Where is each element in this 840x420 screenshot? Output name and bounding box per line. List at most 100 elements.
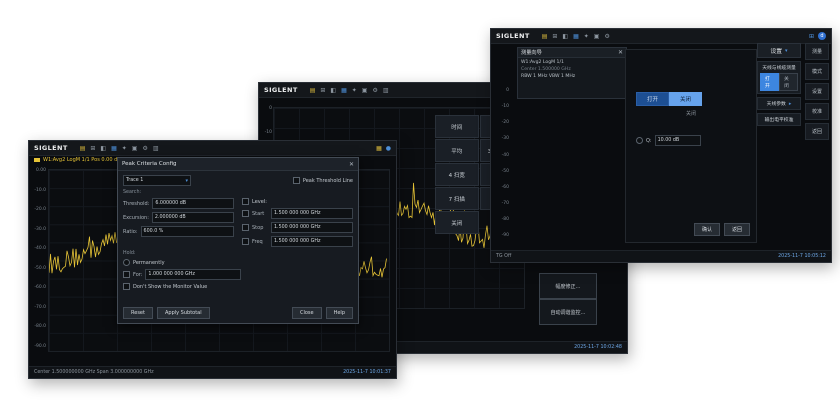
trace-select[interactable]: Trace 1 ▾	[123, 175, 191, 186]
dialog-buttons: Reset Apply Subtotal Close Help	[123, 307, 353, 319]
y-axis-tick: -50	[495, 170, 509, 175]
mode-grid-cell[interactable]: 平均	[435, 139, 479, 162]
apply-button[interactable]: Apply Subtotal	[157, 307, 210, 319]
help-button[interactable]: Help	[326, 307, 353, 319]
brand-logo: SIGLENT	[264, 86, 298, 94]
toolbar-icon[interactable]: ▣	[594, 33, 600, 40]
close-button[interactable]: Close	[292, 307, 322, 319]
on-off-toggle[interactable]: 打开 关闭	[760, 73, 798, 91]
info-row: Center 1.500000 GHz	[521, 67, 623, 72]
q-radio[interactable]	[636, 137, 643, 144]
status-left: TG Off	[496, 254, 511, 259]
settings-item[interactable]: 天线与线缆测量 ▸ 打开 关闭	[757, 61, 801, 94]
toolbar-icon[interactable]: ▤	[542, 33, 548, 40]
toolbar-icon[interactable]: ▥	[383, 87, 389, 94]
frequency-input[interactable]: 1.500 000 000 GHz	[271, 208, 353, 219]
toolbar-icon[interactable]: ⊞	[552, 33, 557, 40]
field-input[interactable]: 600.0 %	[141, 226, 234, 237]
frequency-input[interactable]: 1.500 000 000 GHz	[271, 236, 353, 247]
toolbar-icon[interactable]: ▥	[153, 145, 159, 152]
level-row-checkbox[interactable]	[242, 210, 249, 217]
toolbar-icon[interactable]: ▦	[341, 87, 347, 94]
field-input[interactable]: 2.000000 dB	[152, 212, 234, 223]
mode-grid-cell[interactable]: 时间	[435, 115, 479, 138]
dialog-body: Trace 1 ▾ Peak Threshold Line Search:	[118, 171, 358, 294]
toggle-on-option[interactable]: 打开	[760, 73, 779, 91]
toggle-off-option[interactable]: 关闭	[669, 92, 702, 106]
toolbar-icon[interactable]: ▤	[310, 87, 316, 94]
auto-tune-monitor-button[interactable]: 自动调谐监控…	[539, 299, 597, 325]
level-row-checkbox[interactable]	[242, 224, 249, 231]
reset-button[interactable]: Reset	[123, 307, 153, 319]
amplitude-correction-button[interactable]: 幅度修正…	[539, 273, 597, 299]
toolbar-icon[interactable]: ▣	[362, 87, 368, 94]
mode-grid-cell[interactable]: 4 扫宽	[435, 163, 479, 186]
display-grid-icon[interactable]: ⊞	[809, 33, 814, 40]
level-checkbox[interactable]	[242, 198, 249, 205]
close-icon[interactable]: ✕	[349, 161, 354, 168]
peak-config-dialog: Peak Criteria Config ✕ Trace 1 ▾ Peak Th…	[117, 157, 359, 324]
titlebar-right: ⊞ d	[809, 32, 826, 40]
open-close-toggle[interactable]: 打开 关闭	[636, 92, 756, 106]
toolbar-icon[interactable]: ◧	[100, 145, 106, 152]
titlebar: SIGLENT ▤⊞◧▦✦▣⚙▥ ▦ ●	[29, 141, 396, 156]
chevron-right-icon: ▸	[789, 101, 792, 107]
edge-menu-item[interactable]: 返回	[805, 123, 829, 140]
q-value-input[interactable]: 10.00 dB	[655, 135, 701, 146]
toolbar-icon[interactable]: ✦	[584, 33, 589, 40]
toolbar-icon[interactable]: ▣	[132, 145, 138, 152]
frequency-input[interactable]: 1.500 000 000 GHz	[271, 222, 353, 233]
toolbar-icon[interactable]: ⚙	[142, 145, 147, 152]
level-checkbox-label: Level:	[252, 199, 267, 205]
window-analyzer-settings[interactable]: SIGLENT ▤⊞◧▦✦▣⚙ ⊞ d 测量向导 ✕ W1:Avg2 LogM …	[490, 28, 832, 263]
settings-item-label: 输出电平校准	[765, 116, 794, 123]
lock-icon[interactable]: ●	[386, 145, 391, 152]
close-icon[interactable]: ✕	[618, 49, 623, 56]
toggle-on-option[interactable]: 打开	[636, 92, 669, 106]
field-input[interactable]: 6.000000 dB	[152, 198, 234, 209]
edge-menu-item[interactable]: 校准	[805, 103, 829, 120]
edge-menu-item[interactable]: 设置	[805, 83, 829, 100]
back-button[interactable]: 返回	[724, 223, 750, 236]
permanently-radio[interactable]	[123, 259, 130, 266]
toolbar-icon[interactable]: ▦	[573, 33, 579, 40]
toolbar-icon[interactable]: ▦	[111, 145, 117, 152]
toolbar-icon[interactable]: ⊞	[320, 87, 325, 94]
field-label: Stop	[252, 225, 268, 231]
toolbar-icon[interactable]: ⊞	[90, 145, 95, 152]
trace-info-text: W1:Avg2 LogM 1/1 Pos 0.00 dBm	[43, 157, 126, 163]
toolbar-icon[interactable]: ✦	[352, 87, 357, 94]
toolbar-icon[interactable]: ◧	[330, 87, 336, 94]
toolbar-icon[interactable]: ◧	[562, 33, 568, 40]
display-icon[interactable]: ▦	[376, 145, 382, 152]
measurement-info-panel: 测量向导 ✕ W1:Avg2 LogM 1/1Center 1.500000 G…	[517, 47, 627, 99]
y-axis-tick: -50.0	[31, 267, 46, 272]
status-datetime: 2025-11-7 10:02:48	[574, 345, 622, 350]
toggle-off-option[interactable]: 关闭	[779, 73, 798, 91]
user-avatar[interactable]: d	[818, 32, 826, 40]
y-axis-tick: -60	[495, 186, 509, 191]
toolbar-icon[interactable]: ⚙	[372, 87, 377, 94]
for-value-input[interactable]: 1.000 000 000 GHz	[145, 269, 241, 280]
level-row-checkbox[interactable]	[242, 238, 249, 245]
field-label: Threshold:	[123, 201, 149, 207]
toolbar-icon[interactable]: ⚙	[604, 33, 609, 40]
settings-item[interactable]: 天线参数 ▸	[757, 97, 801, 110]
window-analyzer-peak[interactable]: SIGLENT ▤⊞◧▦✦▣⚙▥ ▦ ● W1:Avg2 LogM 1/1 Po…	[28, 140, 397, 379]
settings-item[interactable]: 输出电平校准 ▸	[757, 113, 801, 126]
monitor-checkbox[interactable]	[123, 283, 130, 290]
y-axis-tick: -10	[495, 105, 509, 110]
toolbar-icon[interactable]: ▤	[80, 145, 86, 152]
toolbar-icon[interactable]: ✦	[122, 145, 127, 152]
mode-grid-cell[interactable]: 7 扫描	[435, 187, 479, 210]
info-row: W1:Avg2 LogM 1/1	[521, 60, 623, 65]
edge-menu-item[interactable]: 测量	[805, 43, 829, 60]
settings-header[interactable]: 设置 ▾	[757, 43, 801, 58]
edge-menu-item[interactable]: 模式	[805, 63, 829, 80]
trace-select-value: Trace 1	[126, 178, 143, 183]
threshold-checkbox[interactable]	[293, 177, 300, 184]
trace-info-row: W1:Avg2 LogM 1/1 Pos 0.00 dBm	[34, 157, 126, 163]
mode-grid-cell[interactable]: 关闭	[435, 211, 479, 234]
confirm-button[interactable]: 确认	[694, 223, 720, 236]
for-checkbox[interactable]	[123, 271, 130, 278]
